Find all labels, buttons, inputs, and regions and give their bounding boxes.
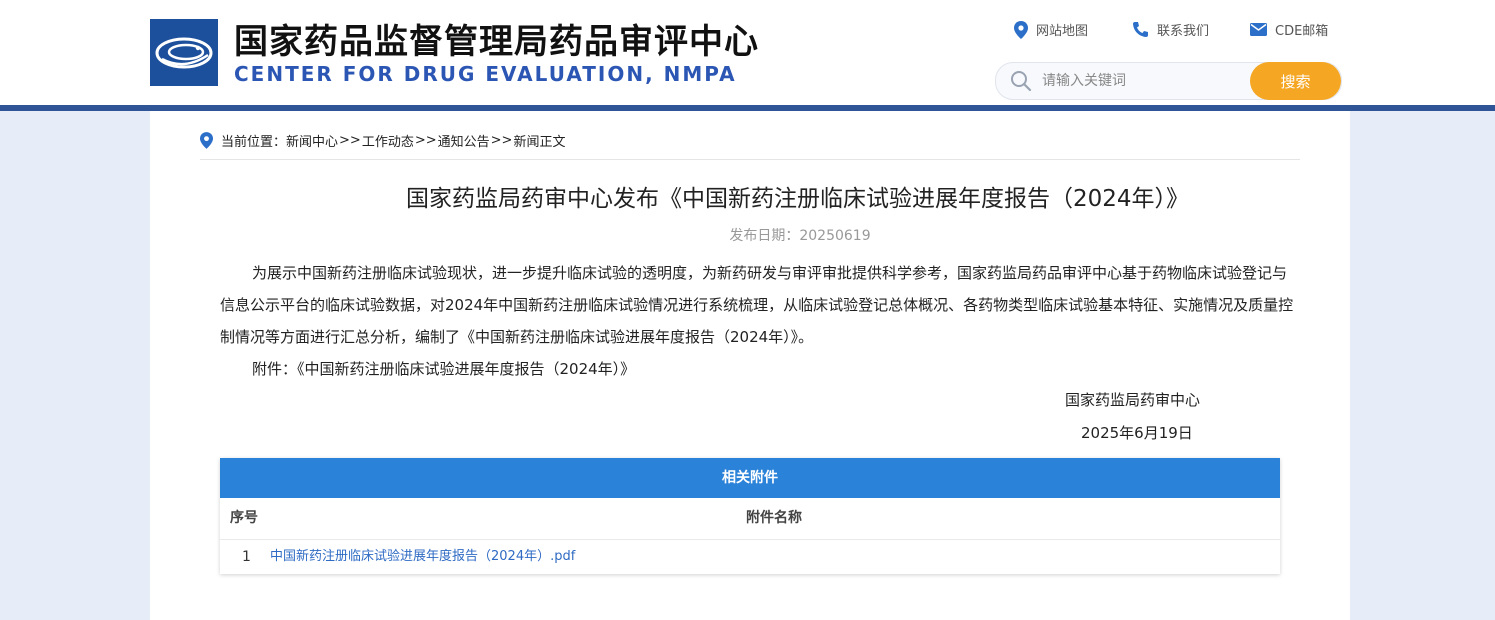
attachments-table: 相关附件 序号 附件名称 1 中国新药注册临床试验进展年度报告（2024年）.p… <box>220 458 1280 574</box>
breadcrumb-separator: >> <box>490 133 513 148</box>
table-row: 1 中国新药注册临床试验进展年度报告（2024年）.pdf <box>220 540 1280 574</box>
signature-org: 国家药监局药审中心 <box>1065 391 1201 409</box>
row-number: 1 <box>242 549 251 565</box>
article-paragraph: 为展示中国新药注册临床试验现状，进一步提升临床试验的透明度，为新药研发与审评审批… <box>220 264 1294 346</box>
search-button[interactable]: 搜索 <box>1250 62 1341 100</box>
breadcrumb-divider <box>200 159 1300 160</box>
phone-icon <box>1133 22 1148 37</box>
breadcrumb-item-notices[interactable]: 通知公告 <box>438 131 490 150</box>
attachments-columns: 序号 附件名称 <box>220 498 1280 540</box>
search-icon <box>1011 71 1032 92</box>
location-pin-icon <box>200 132 213 149</box>
search-input[interactable] <box>1040 63 1244 99</box>
breadcrumb: 当前位置： 新闻中心 >> 工作动态 >> 通知公告 >> 新闻正文 <box>200 131 565 150</box>
mail-link-label: CDE邮箱 <box>1275 24 1329 39</box>
breadcrumb-prefix: 当前位置： <box>221 135 287 150</box>
sitemap-link-label: 网站地图 <box>1036 24 1089 39</box>
publish-date: 发布日期：20250619 <box>729 228 871 244</box>
cde-logo[interactable] <box>150 19 218 86</box>
breadcrumb-separator: >> <box>414 133 437 148</box>
column-header-no: 序号 <box>230 510 258 526</box>
search-box: 搜索 <box>995 62 1342 100</box>
column-header-name: 附件名称 <box>746 510 802 526</box>
attachment-link[interactable]: 中国新药注册临床试验进展年度报告（2024年）.pdf <box>270 540 575 574</box>
breadcrumb-item-work-news[interactable]: 工作动态 <box>362 131 414 150</box>
site-title-cn: 国家药品监督管理局药品审评中心 <box>234 22 759 62</box>
location-pin-icon <box>1014 20 1028 39</box>
article-body: 为展示中国新药注册临床试验现状，进一步提升临床试验的透明度，为新药研发与审评审批… <box>220 257 1300 385</box>
main-content: 当前位置： 新闻中心 >> 工作动态 >> 通知公告 >> 新闻正文 国家药监局… <box>150 111 1350 620</box>
breadcrumb-separator: >> <box>339 133 361 148</box>
attachments-heading: 相关附件 <box>220 458 1280 498</box>
breadcrumb-item-news-center[interactable]: 新闻中心 <box>286 131 338 150</box>
sitemap-link[interactable]: 网站地图 <box>1014 20 1088 39</box>
site-title-en: CENTER FOR DRUG EVALUATION, NMPA <box>234 62 737 86</box>
breadcrumb-item-current: 新闻正文 <box>513 135 566 150</box>
signature-date: 2025年6月19日 <box>1081 424 1193 442</box>
site-header: 国家药品监督管理局药品审评中心 CENTER FOR DRUG EVALUATI… <box>0 0 1495 106</box>
mail-link[interactable]: CDE邮箱 <box>1250 20 1328 39</box>
attachment-line: 附件：《中国新药注册临床试验进展年度报告（2024年）》 <box>252 360 636 378</box>
article-title: 国家药监局药审中心发布《中国新药注册临床试验进展年度报告（2024年）》 <box>405 186 1190 212</box>
contact-link-label: 联系我们 <box>1157 24 1210 39</box>
mail-icon <box>1250 23 1267 36</box>
contact-link[interactable]: 联系我们 <box>1132 20 1209 39</box>
